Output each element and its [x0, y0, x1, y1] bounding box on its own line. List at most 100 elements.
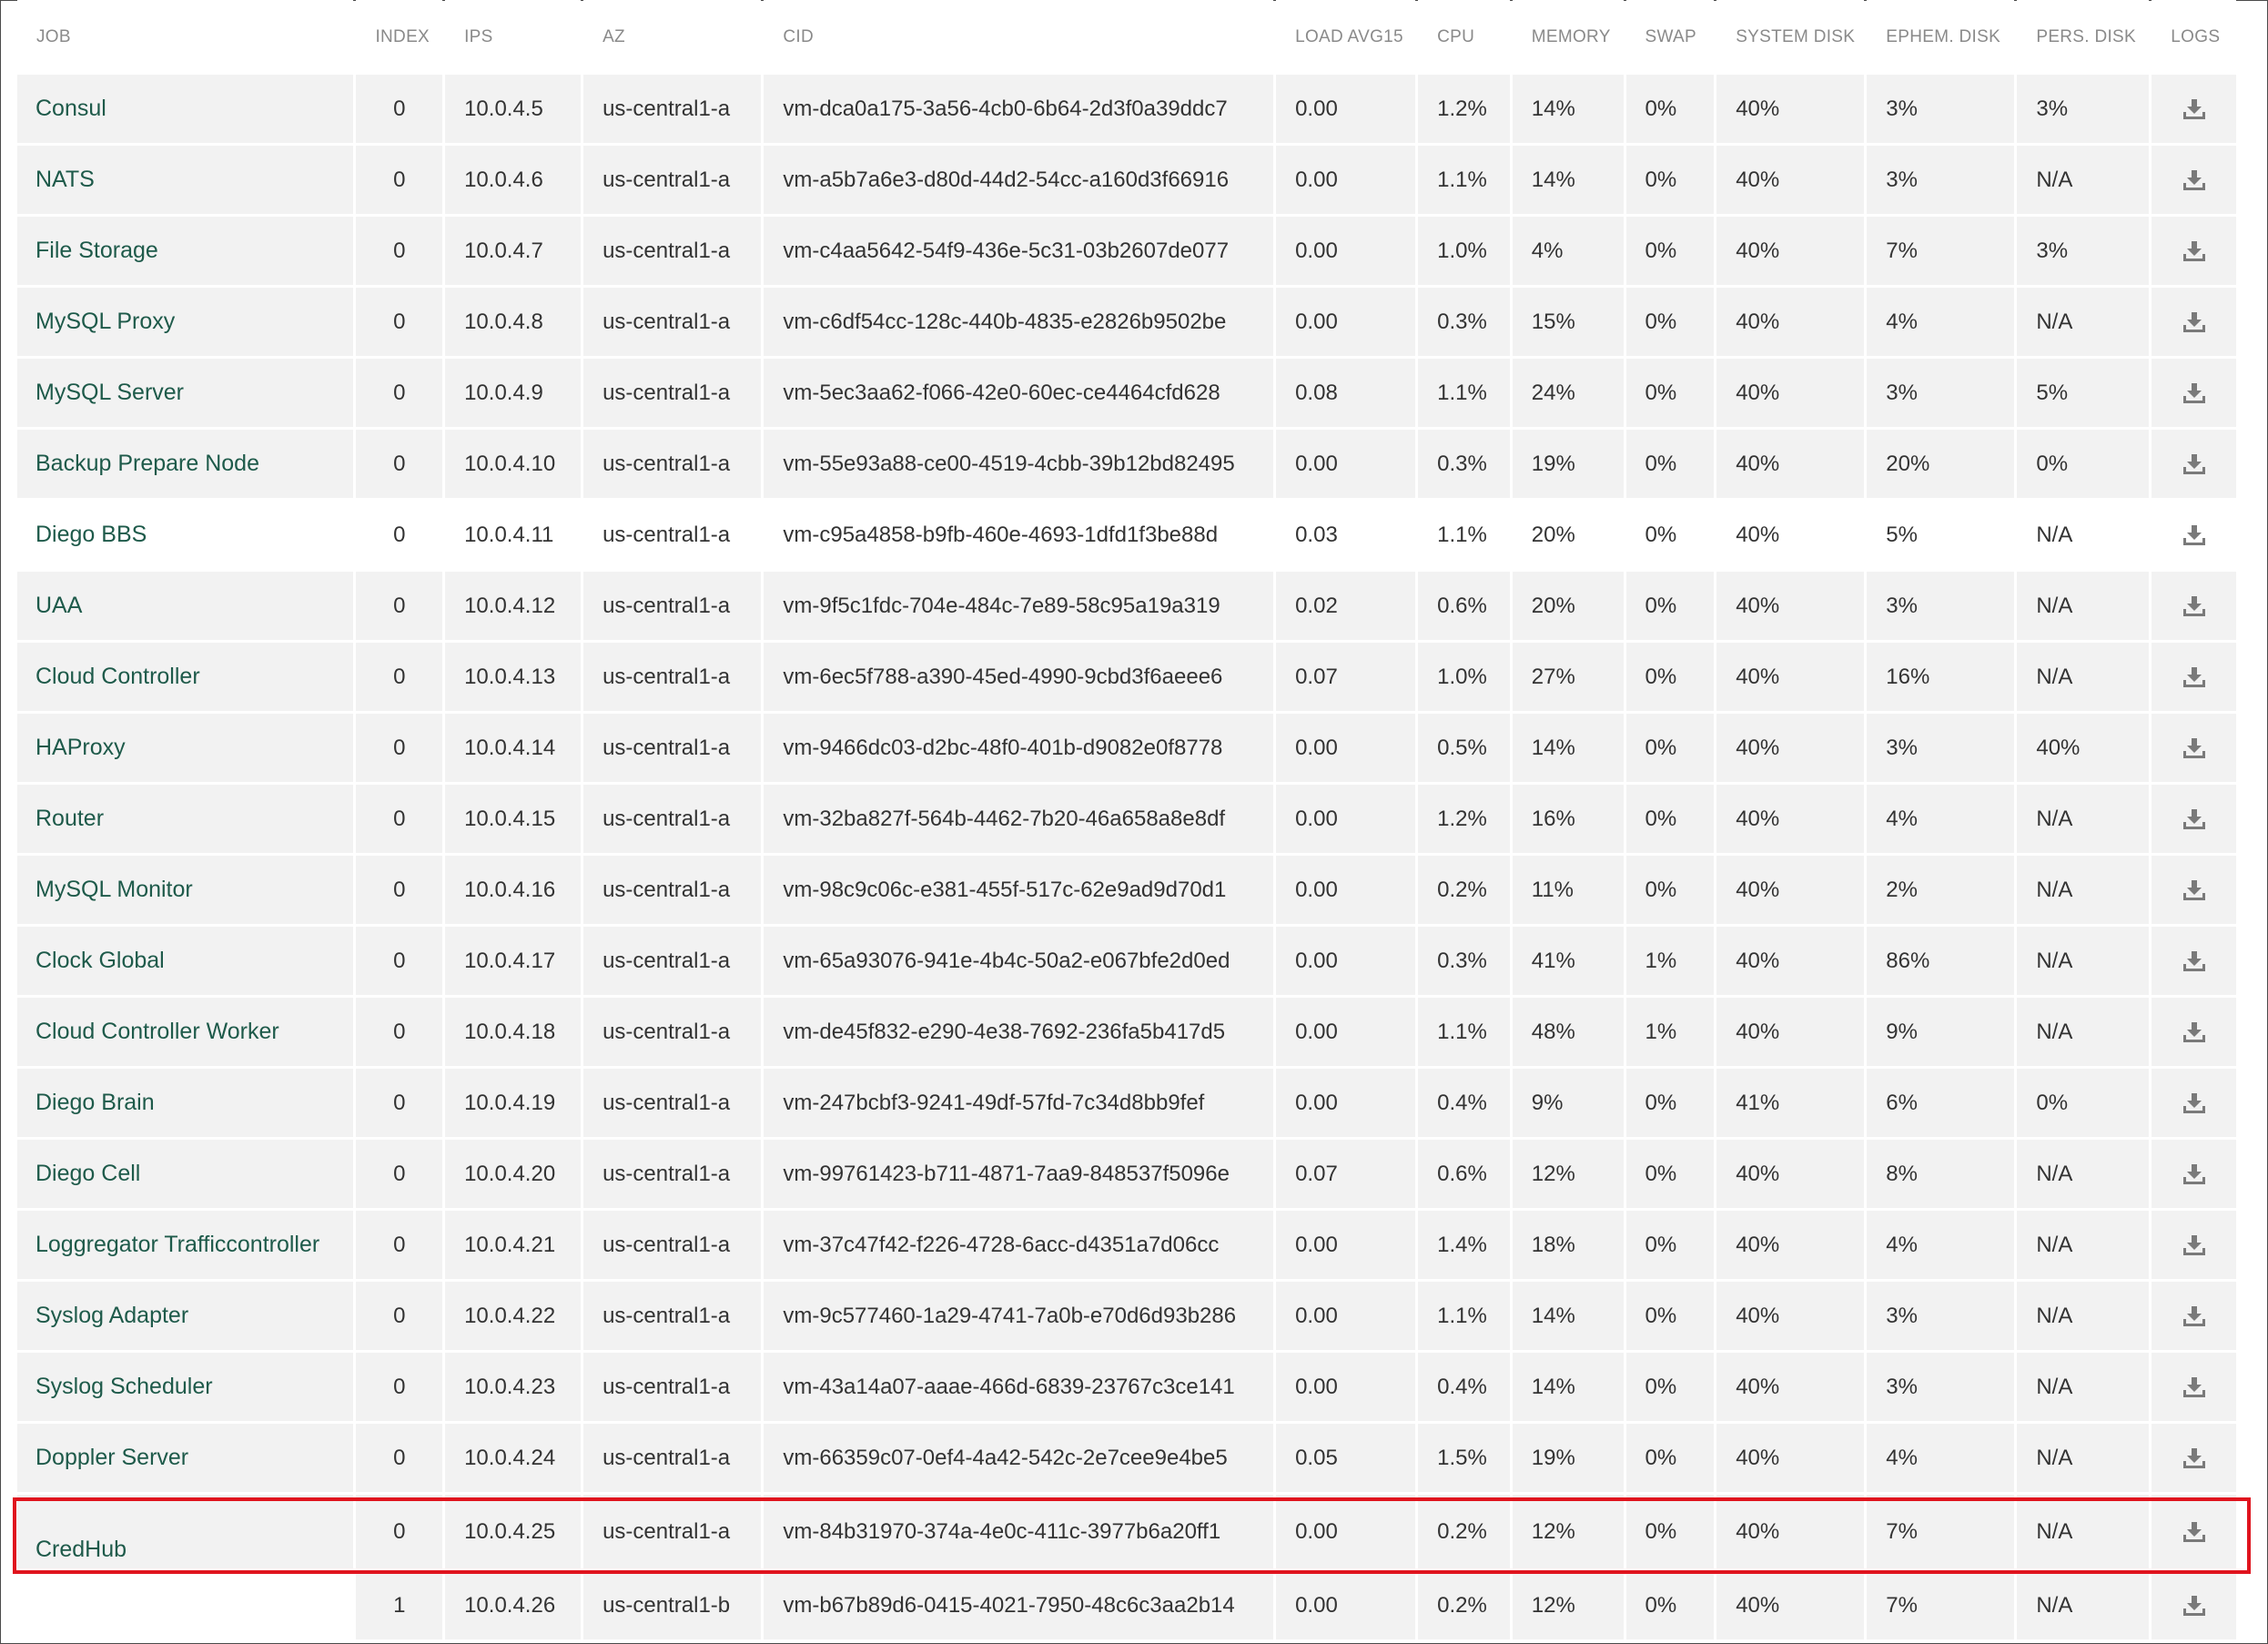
table-row: Syslog Scheduler 0 10.0.4.23 us-central1-a v…	[17, 1353, 2236, 1424]
cell-memory: 14%	[1512, 75, 1624, 146]
col-header-memory[interactable]: MEMORY	[1512, 0, 1624, 75]
download-logs-button[interactable]	[2182, 1163, 2206, 1185]
col-header-swap[interactable]: SWAP	[1625, 0, 1715, 75]
cell-ips: 10.0.4.13	[445, 643, 582, 714]
cell-index: 0	[356, 75, 443, 146]
job-name-link[interactable]: Loggregator Trafficcontroller	[17, 1211, 354, 1282]
job-name-link[interactable]: Router	[17, 785, 354, 856]
cell-ephem-disk: 4%	[1867, 288, 2015, 359]
cell-cid: vm-c95a4858-b9fb-460e-4693-1dfd1f3be88d	[764, 501, 1274, 572]
cell-memory: 12%	[1512, 1571, 1624, 1642]
job-name-link[interactable]: NATS	[17, 146, 354, 217]
download-logs-button[interactable]	[2182, 524, 2206, 546]
download-icon	[2182, 1447, 2206, 1469]
cell-cpu: 0.6%	[1418, 1140, 1510, 1211]
cell-az: us-central1-a	[583, 1069, 762, 1140]
download-icon	[2182, 98, 2206, 120]
cell-memory: 14%	[1512, 1282, 1624, 1353]
download-logs-button[interactable]	[2182, 879, 2206, 901]
cell-cpu: 0.2%	[1418, 856, 1510, 927]
cell-index: 0	[356, 1211, 443, 1282]
cell-load-avg15: 0.00	[1276, 146, 1416, 217]
download-logs-button[interactable]	[2182, 382, 2206, 404]
cell-ephem-disk: 3%	[1867, 359, 2015, 430]
col-header-pers-disk[interactable]: PERS. DISK	[2017, 0, 2150, 75]
job-name-link[interactable]: Clock Global	[17, 927, 354, 998]
table-row: Clock Global 0 10.0.4.17 us-central1-a vm-65…	[17, 927, 2236, 998]
cell-index: 1	[356, 1571, 443, 1642]
job-name-link[interactable]: Diego Cell	[17, 1140, 354, 1211]
job-name-link[interactable]: Syslog Scheduler	[17, 1353, 354, 1424]
cell-system-disk: 40%	[1716, 714, 1865, 785]
col-header-ips[interactable]: IPS	[445, 0, 582, 75]
download-logs-button[interactable]	[2182, 169, 2206, 191]
col-header-system-disk[interactable]: SYSTEM DISK	[1716, 0, 1865, 75]
cell-system-disk: 40%	[1716, 75, 1865, 146]
cell-ephem-disk: 86%	[1867, 927, 2015, 998]
download-logs-button[interactable]	[2182, 453, 2206, 475]
download-logs-button[interactable]	[2182, 1521, 2206, 1543]
job-name-link[interactable]: File Storage	[17, 217, 354, 288]
job-name-link[interactable]: Cloud Controller Worker	[17, 998, 354, 1069]
cell-swap: 0%	[1625, 785, 1715, 856]
job-name-link[interactable]: Backup Prepare Node	[17, 430, 354, 501]
download-icon	[2182, 879, 2206, 901]
download-logs-button[interactable]	[2182, 240, 2206, 262]
download-logs-button[interactable]	[2182, 595, 2206, 617]
cell-logs	[2152, 927, 2236, 998]
col-header-load[interactable]: LOAD AVG15	[1276, 0, 1416, 75]
job-name-link[interactable]: MySQL Proxy	[17, 288, 354, 359]
cell-ips: 10.0.4.9	[445, 359, 582, 430]
col-header-cid[interactable]: CID	[764, 0, 1274, 75]
job-name-link[interactable]: Doppler Server	[17, 1424, 354, 1495]
cell-pers-disk: N/A	[2017, 1353, 2150, 1424]
cell-ephem-disk: 3%	[1867, 146, 2015, 217]
cell-cpu: 0.5%	[1418, 714, 1510, 785]
col-header-cpu[interactable]: CPU	[1418, 0, 1510, 75]
job-name-link[interactable]: MySQL Monitor	[17, 856, 354, 927]
download-logs-button[interactable]	[2182, 666, 2206, 688]
col-header-index[interactable]: INDEX	[356, 0, 443, 75]
cell-az: us-central1-a	[583, 1282, 762, 1353]
cell-cid: vm-98c9c06c-e381-455f-517c-62e9ad9d70d1	[764, 856, 1274, 927]
download-logs-button[interactable]	[2182, 311, 2206, 333]
job-name-link[interactable]: Cloud Controller	[17, 643, 354, 714]
cell-system-disk: 40%	[1716, 1211, 1865, 1282]
col-header-ephem-disk[interactable]: EPHEM. DISK	[1867, 0, 2015, 75]
download-logs-button[interactable]	[2182, 1305, 2206, 1327]
cell-load-avg15: 0.07	[1276, 643, 1416, 714]
download-logs-button[interactable]	[2182, 1234, 2206, 1256]
download-logs-button[interactable]	[2182, 808, 2206, 830]
col-header-az[interactable]: AZ	[583, 0, 762, 75]
cell-system-disk: 40%	[1716, 359, 1865, 430]
download-logs-button[interactable]	[2182, 98, 2206, 120]
col-header-logs: LOGS	[2152, 0, 2236, 75]
download-logs-button[interactable]	[2182, 1595, 2206, 1617]
job-name-link[interactable]: Diego Brain	[17, 1069, 354, 1140]
download-logs-button[interactable]	[2182, 737, 2206, 759]
cell-system-disk: 40%	[1716, 1282, 1865, 1353]
cell-az: us-central1-a	[583, 1424, 762, 1495]
job-name-link[interactable]: Syslog Adapter	[17, 1282, 354, 1353]
col-header-job[interactable]: JOB	[17, 0, 354, 75]
download-logs-button[interactable]	[2182, 1021, 2206, 1043]
cell-pers-disk: N/A	[2017, 1211, 2150, 1282]
download-logs-button[interactable]	[2182, 1376, 2206, 1398]
job-name-link[interactable]: UAA	[17, 572, 354, 643]
job-name-link[interactable]: CredHub	[17, 1495, 354, 1571]
cell-az: us-central1-a	[583, 1140, 762, 1211]
cell-cpu: 1.1%	[1418, 359, 1510, 430]
job-name-link[interactable]: Diego BBS	[17, 501, 354, 572]
cell-index: 0	[356, 146, 443, 217]
cell-memory: 14%	[1512, 146, 1624, 217]
download-logs-button[interactable]	[2182, 1447, 2206, 1469]
job-name-link[interactable]: HAProxy	[17, 714, 354, 785]
cell-load-avg15: 0.00	[1276, 927, 1416, 998]
table-row: Diego BBS 0 10.0.4.11 us-central1-a vm-c95a4…	[17, 501, 2236, 572]
cell-ips: 10.0.4.22	[445, 1282, 582, 1353]
download-logs-button[interactable]	[2182, 1092, 2206, 1114]
download-logs-button[interactable]	[2182, 950, 2206, 972]
job-name-link[interactable]: Consul	[17, 75, 354, 146]
cell-index: 0	[356, 1353, 443, 1424]
job-name-link[interactable]: MySQL Server	[17, 359, 354, 430]
